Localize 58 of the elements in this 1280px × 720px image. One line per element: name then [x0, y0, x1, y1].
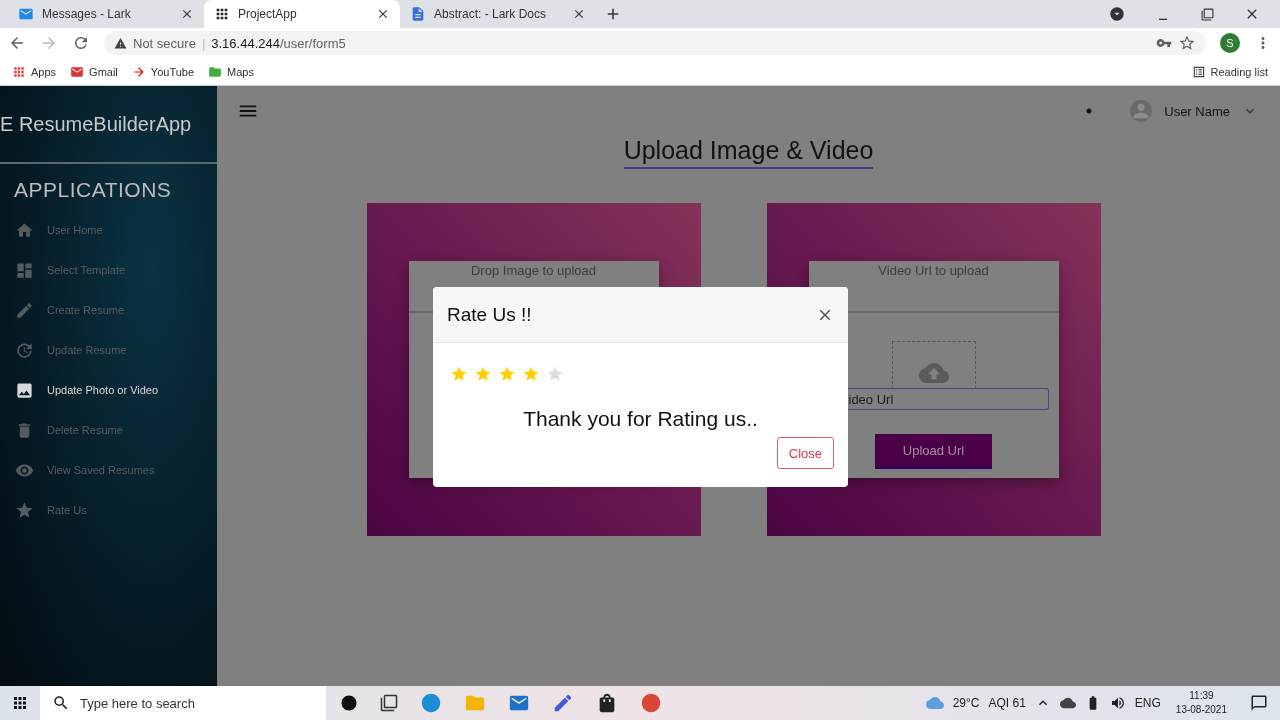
bookmark-icon: [12, 64, 26, 79]
star-icon[interactable]: [1178, 34, 1196, 52]
sidebar-item-icon: [15, 380, 34, 400]
task-view-icon[interactable]: [380, 694, 398, 712]
tab-icon: [410, 6, 426, 22]
panel-heading: Video Url to upload: [878, 263, 989, 280]
tab-icon: [18, 6, 34, 22]
search-icon: [52, 694, 70, 712]
browser-tab[interactable]: ProjectApp: [204, 0, 400, 28]
bookmark[interactable]: Gmail: [70, 64, 118, 79]
temperature[interactable]: 29°C: [952, 696, 980, 710]
windows-start-icon[interactable]: [11, 694, 29, 712]
list-icon: [1191, 64, 1206, 79]
avatar-icon: [1130, 100, 1153, 122]
dialog-title: Rate Us !!: [447, 303, 533, 326]
tab-icon: [214, 6, 230, 22]
star-icon[interactable]: [450, 365, 468, 383]
profile-avatar[interactable]: S: [1220, 33, 1240, 53]
address-bar[interactable]: Not secure | 3.16.44.244/user/form5: [104, 31, 1206, 55]
star-icon[interactable]: [522, 365, 540, 383]
bookmark[interactable]: YouTube: [131, 64, 195, 79]
sidebar-item-icon: [15, 500, 34, 520]
warning-icon: [114, 36, 127, 50]
close-icon[interactable]: [180, 7, 194, 21]
bookmark-icon: [70, 64, 85, 79]
bookmark[interactable]: Maps: [208, 64, 254, 79]
panel-heading: Drop Image to upload: [471, 263, 596, 280]
star-icon[interactable]: [474, 365, 492, 383]
sidebar-item[interactable]: Update Photo or Video: [0, 370, 217, 410]
clock[interactable]: 11:39 13-08-2021: [1175, 689, 1227, 717]
star-icon[interactable]: [498, 365, 516, 383]
app-brand: E ResumeBuilderApp: [0, 112, 192, 136]
page-title: Upload Image & Video: [623, 136, 874, 169]
cloud-icon[interactable]: [1059, 695, 1076, 711]
close-icon[interactable]: [572, 7, 586, 21]
browser-tab[interactable]: Messages - Lark: [8, 0, 204, 28]
upload-button[interactable]: Upload Url: [875, 434, 992, 469]
star-icon[interactable]: [546, 365, 564, 383]
bookmark-icon: [208, 64, 223, 79]
user-name[interactable]: User Name: [1164, 103, 1230, 119]
close-icon[interactable]: [376, 7, 390, 21]
taskbar-search-field[interactable]: Type here to search: [40, 686, 326, 720]
reading-list-button[interactable]: Reading list: [1191, 64, 1268, 79]
bookmark[interactable]: Apps: [12, 64, 57, 79]
section-title: APPLICATIONS: [13, 177, 173, 203]
air-quality[interactable]: AQI 61: [988, 696, 1026, 710]
thank-you-message: Thank you for Rating us..: [522, 407, 759, 431]
notification-icon[interactable]: [1250, 694, 1268, 712]
reload-icon[interactable]: [72, 34, 90, 52]
sidebar-item-icon: [15, 260, 34, 280]
separator: |: [201, 35, 206, 51]
tab-search-icon[interactable]: [1109, 6, 1125, 22]
browser-tab[interactable]: Abstract: - Lark Docs: [400, 0, 596, 28]
volume-icon[interactable]: [1109, 695, 1126, 711]
close-button[interactable]: Close: [776, 437, 834, 469]
language-indicator[interactable]: ENG: [1134, 696, 1161, 710]
restore-icon[interactable]: [1201, 6, 1214, 22]
sidebar-item-icon: [15, 220, 34, 240]
